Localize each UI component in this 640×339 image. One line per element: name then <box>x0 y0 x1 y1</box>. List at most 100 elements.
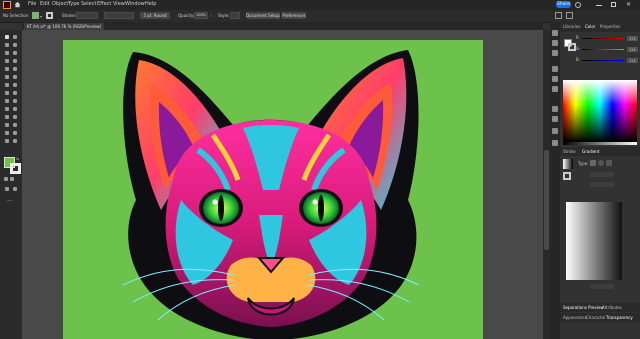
artboard-tool-icon[interactable] <box>5 131 9 135</box>
screen-mode-icon[interactable] <box>13 187 17 191</box>
vertical-scrollbar[interactable] <box>543 30 550 339</box>
shaper-tool-icon[interactable] <box>5 75 9 79</box>
menu-effect[interactable]: Effect <box>97 1 111 7</box>
tab-attributes[interactable]: Attributes <box>602 305 622 310</box>
menu-file[interactable]: File <box>28 1 36 7</box>
fill-swatch[interactable] <box>32 12 39 19</box>
pen-tool-icon[interactable] <box>5 51 9 55</box>
paintbrush-tool-icon[interactable] <box>13 67 17 71</box>
artboards-icon[interactable] <box>552 116 558 122</box>
chevron-right-icon[interactable]: › <box>210 13 212 18</box>
libraries-icon[interactable] <box>552 30 558 36</box>
g-slider[interactable] <box>582 49 624 50</box>
spectrum-grayscale-strip[interactable] <box>563 142 637 145</box>
menu-object[interactable]: Object <box>52 1 68 7</box>
curvature-tool-icon[interactable] <box>13 51 17 55</box>
ai-logo[interactable] <box>3 1 11 9</box>
color-spectrum[interactable] <box>563 80 637 142</box>
selection-tool-icon[interactable] <box>5 35 9 39</box>
tab-stroke[interactable]: Stroke <box>563 149 576 154</box>
hand-tool-icon[interactable] <box>5 139 9 143</box>
gradient-stroke-swatch[interactable] <box>563 172 571 180</box>
menu-edit[interactable]: Edit <box>40 1 50 7</box>
variable-width-profile[interactable] <box>104 12 134 19</box>
g-value[interactable]: 255 <box>627 47 638 52</box>
tab-properties[interactable]: Properties <box>600 24 620 29</box>
drawing-mode-icon[interactable] <box>5 187 9 191</box>
swap-colors-icon[interactable]: ⇆ <box>16 156 19 161</box>
preferences-button[interactable]: Preferences <box>282 12 306 19</box>
menu-type[interactable]: Type <box>68 1 79 7</box>
stroke-swatch[interactable] <box>46 12 53 19</box>
search-icon[interactable] <box>575 2 581 8</box>
share-button[interactable]: Share <box>556 1 571 8</box>
none-color-icon[interactable] <box>10 177 14 181</box>
artboard[interactable] <box>63 40 483 339</box>
b-slider[interactable] <box>582 60 624 61</box>
rotate-tool-icon[interactable] <box>5 83 9 87</box>
freeform-gradient-button[interactable] <box>606 160 612 166</box>
canvas-area[interactable] <box>22 30 543 339</box>
opacity-field[interactable]: 100% <box>194 12 208 19</box>
brush-definition[interactable]: 5 pt. Round <box>140 12 170 19</box>
type-tool-icon[interactable] <box>5 59 9 63</box>
width-tool-icon[interactable] <box>5 91 9 95</box>
tab-gradient[interactable]: Gradient <box>582 149 599 154</box>
gradient-opacity-field[interactable] <box>590 284 614 289</box>
rectangle-tool-icon[interactable] <box>5 67 9 71</box>
linear-gradient-button[interactable] <box>590 160 596 166</box>
gradient-angle-field[interactable] <box>590 172 614 177</box>
edit-toolbar-icon[interactable]: ··· <box>7 198 13 205</box>
minimize-icon[interactable] <box>596 5 602 6</box>
menu-select[interactable]: Select <box>81 1 96 7</box>
stroke-color-swatch[interactable] <box>10 163 21 174</box>
blend-tool-icon[interactable] <box>13 115 17 119</box>
cat-illustration[interactable] <box>63 40 483 339</box>
eyedropper-tool-icon[interactable] <box>5 115 9 119</box>
menu-view[interactable]: View <box>113 1 125 7</box>
symbol-sprayer-tool-icon[interactable] <box>5 123 9 127</box>
graph-tool-icon[interactable] <box>13 123 17 127</box>
radial-gradient-button[interactable] <box>598 160 604 166</box>
document-setup-button[interactable]: Document Setup <box>246 12 280 19</box>
gradient-aspect-field[interactable] <box>590 182 614 187</box>
stroke-weight-field[interactable] <box>76 12 98 19</box>
lasso-tool-icon[interactable] <box>13 43 17 47</box>
stroke-widget[interactable] <box>568 43 576 51</box>
free-transform-tool-icon[interactable] <box>13 91 17 95</box>
eraser-tool-icon[interactable] <box>13 75 17 79</box>
r-value[interactable]: 255 <box>627 36 638 41</box>
arrange-documents-icon[interactable] <box>555 12 562 19</box>
color-panel-icon[interactable] <box>552 40 558 46</box>
default-colors-icon[interactable] <box>4 177 8 181</box>
direct-selection-tool-icon[interactable] <box>13 35 17 39</box>
menu-help[interactable]: Help <box>145 1 156 7</box>
close-icon[interactable]: ✕ <box>626 1 633 8</box>
chevron-down-icon[interactable]: ▾ <box>40 14 42 19</box>
tab-appearance[interactable]: Appearance <box>563 315 587 320</box>
shape-builder-tool-icon[interactable] <box>5 99 9 103</box>
gradient-tool-icon[interactable] <box>13 107 17 111</box>
asset-export-icon[interactable] <box>552 128 558 134</box>
brushes-icon[interactable] <box>552 76 558 82</box>
menu-window[interactable]: Window <box>125 1 145 7</box>
swatches-icon[interactable] <box>552 66 558 72</box>
links-icon[interactable] <box>552 140 558 146</box>
zoom-tool-icon[interactable] <box>13 139 17 143</box>
line-tool-icon[interactable] <box>13 59 17 63</box>
color-guide-icon[interactable] <box>552 50 558 56</box>
symbols-icon[interactable] <box>552 86 558 92</box>
gradient-preview[interactable] <box>563 159 573 169</box>
r-slider[interactable] <box>582 38 624 39</box>
home-icon[interactable] <box>14 1 21 8</box>
style-picker[interactable] <box>230 12 240 19</box>
b-value[interactable]: 255 <box>627 58 638 63</box>
gradient-ramp[interactable] <box>566 202 622 280</box>
tab-libraries[interactable]: Libraries <box>563 24 580 29</box>
scale-tool-icon[interactable] <box>13 83 17 87</box>
document-tab[interactable]: KT Art.ai* @ 106.76 % (RGB/Preview) <box>24 23 104 30</box>
mesh-tool-icon[interactable] <box>5 107 9 111</box>
slice-tool-icon[interactable] <box>13 131 17 135</box>
tab-character[interactable]: Character <box>586 315 606 320</box>
maximize-icon[interactable] <box>611 2 616 7</box>
